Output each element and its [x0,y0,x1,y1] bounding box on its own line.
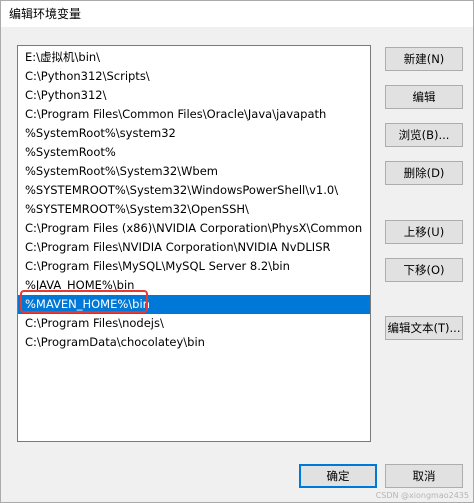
list-item[interactable]: %SystemRoot% [18,143,370,162]
path-list[interactable]: E:\虚拟机\bin\ C:\Python312\Scripts\ C:\Pyt… [17,45,371,442]
cancel-button[interactable]: 取消 [385,464,463,488]
new-button[interactable]: 新建(N) [385,47,463,71]
list-item[interactable]: %SystemRoot%\System32\Wbem [18,162,370,181]
edit-text-button[interactable]: 编辑文本(T)... [385,316,463,340]
list-item[interactable]: C:\ProgramData\chocolatey\bin [18,333,370,352]
browse-button[interactable]: 浏览(B)... [385,123,463,147]
list-item[interactable]: C:\Program Files (x86)\NVIDIA Corporatio… [18,219,370,238]
edit-button[interactable]: 编辑 [385,85,463,109]
list-item[interactable]: C:\Program Files\Common Files\Oracle\Jav… [18,105,370,124]
list-item[interactable]: %SYSTEMROOT%\System32\WindowsPowerShell\… [18,181,370,200]
edit-env-variable-dialog: 编辑环境变量 E:\虚拟机\bin\ C:\Python312\Scripts\… [0,0,474,503]
list-item-selected[interactable]: %MAVEN_HOME%\bin [18,295,370,314]
list-item[interactable]: C:\Program Files\NVIDIA Corporation\NVID… [18,238,370,257]
dialog-title: 编辑环境变量 [9,7,82,21]
list-item[interactable]: C:\Program Files\MySQL\MySQL Server 8.2\… [18,257,370,276]
list-item[interactable]: %JAVA_HOME%\bin [18,276,370,295]
move-down-button[interactable]: 下移(O) [385,258,463,282]
list-item[interactable]: %SystemRoot%\system32 [18,124,370,143]
delete-button[interactable]: 删除(D) [385,161,463,185]
list-item[interactable]: C:\Program Files\nodejs\ [18,314,370,333]
title-bar: 编辑环境变量 [1,1,473,27]
move-up-button[interactable]: 上移(U) [385,220,463,244]
list-item[interactable]: C:\Python312\ [18,86,370,105]
ok-button[interactable]: 确定 [299,464,377,488]
list-item[interactable]: %SYSTEMROOT%\System32\OpenSSH\ [18,200,370,219]
list-item[interactable]: C:\Python312\Scripts\ [18,67,370,86]
watermark: CSDN @xiongmao2435 [375,491,469,500]
list-item[interactable]: E:\虚拟机\bin\ [18,48,370,67]
